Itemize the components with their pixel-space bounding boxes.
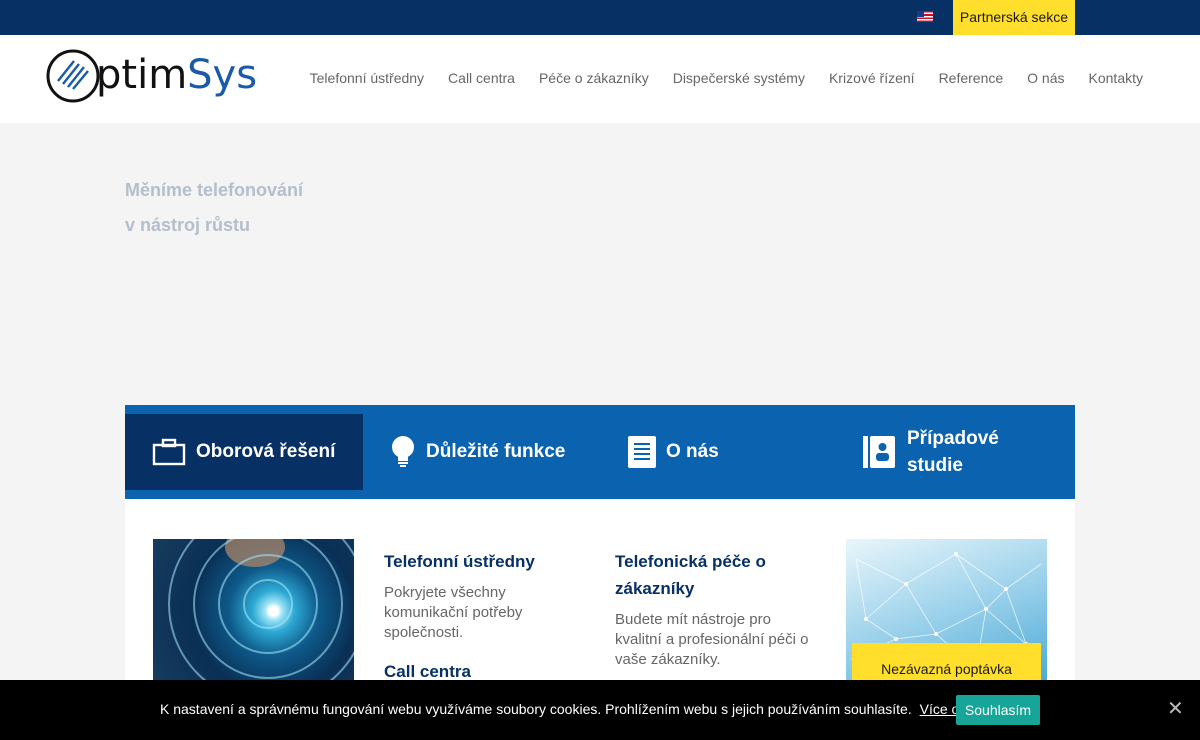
logo-text-suffix: Sys [187, 52, 258, 98]
partner-section-button[interactable]: Partnerská sekce [953, 0, 1075, 35]
cookie-message-text: K nastavení a správnému fungování webu v… [160, 701, 912, 717]
contacts-book-icon [863, 436, 895, 468]
tab-oborova-reseni[interactable]: Oborová řešení [125, 414, 363, 490]
logo[interactable]: ptimSys [44, 45, 257, 115]
solution-title-ustredny[interactable]: Telefonní ústředny [384, 548, 584, 575]
tab-label: O nás [666, 441, 719, 462]
close-icon[interactable]: ✕ [1167, 699, 1184, 719]
header: ptimSys Telefonní ústředny Call centra P… [0, 35, 1200, 123]
nav-item-call-centra[interactable]: Call centra [448, 70, 515, 86]
cookie-message: K nastavení a správnému fungování webu v… [160, 701, 1011, 717]
tab-label-line2: studie [907, 455, 963, 476]
nav-item-pece-o-zakazniky[interactable]: Péče o zákazníky [539, 70, 649, 86]
tab-label: Důležité funkce [426, 441, 566, 462]
solution-text-ustredny: Pokryjete všechny komunikační potřeby sp… [384, 584, 523, 641]
nav-item-dispecerske-systemy[interactable]: Dispečerské systémy [673, 70, 805, 86]
logo-text-prefix: ptim [96, 52, 188, 98]
solution-title-pece[interactable]: Telefonická péče o zákazníky [615, 548, 815, 602]
solution-text-pece: Budete mít nástroje pro kvalitní a profe… [615, 611, 809, 668]
tab-dulezite-funkce[interactable]: Důležité funkce [390, 405, 565, 499]
briefcase-icon [152, 438, 186, 466]
tab-bar: Oborová řešení Důležité funkce O nás Pří… [125, 405, 1075, 499]
logo-text: ptimSys [96, 52, 257, 98]
image-ring [168, 539, 354, 699]
tab-label: Oborová řešení [196, 441, 336, 462]
tab-pripadove-studie[interactable]: Případové studie [863, 405, 999, 499]
tab-label: Případové studie [907, 425, 999, 479]
nav-item-reference[interactable]: Reference [939, 70, 1004, 86]
nav-item-krizove-rizeni[interactable]: Krizové řízení [829, 70, 915, 86]
tab-label-line1: Případové [907, 428, 999, 449]
document-icon [628, 436, 656, 468]
us-flag-icon[interactable] [917, 11, 933, 22]
hero-headline-line1: Měníme telefonování [125, 180, 304, 200]
hero-headline-line2: v nástroj růstu [125, 215, 251, 235]
lightbulb-icon [392, 436, 414, 467]
cookie-banner: K nastavení a správnému fungování webu v… [0, 680, 1200, 740]
cookie-accept-button[interactable]: Souhlasím [956, 695, 1040, 725]
nav-item-kontakty[interactable]: Kontakty [1089, 70, 1143, 86]
tech-image [153, 539, 354, 699]
top-bar: Partnerská sekce [0, 0, 1200, 35]
nav-item-o-nas[interactable]: O nás [1027, 70, 1064, 86]
logo-ring-icon [46, 49, 100, 103]
nav-item-telefonni-ustredny[interactable]: Telefonní ústředny [310, 70, 424, 86]
tab-o-nas[interactable]: O nás [628, 405, 719, 499]
main-nav: Telefonní ústředny Call centra Péče o zá… [286, 70, 1143, 86]
